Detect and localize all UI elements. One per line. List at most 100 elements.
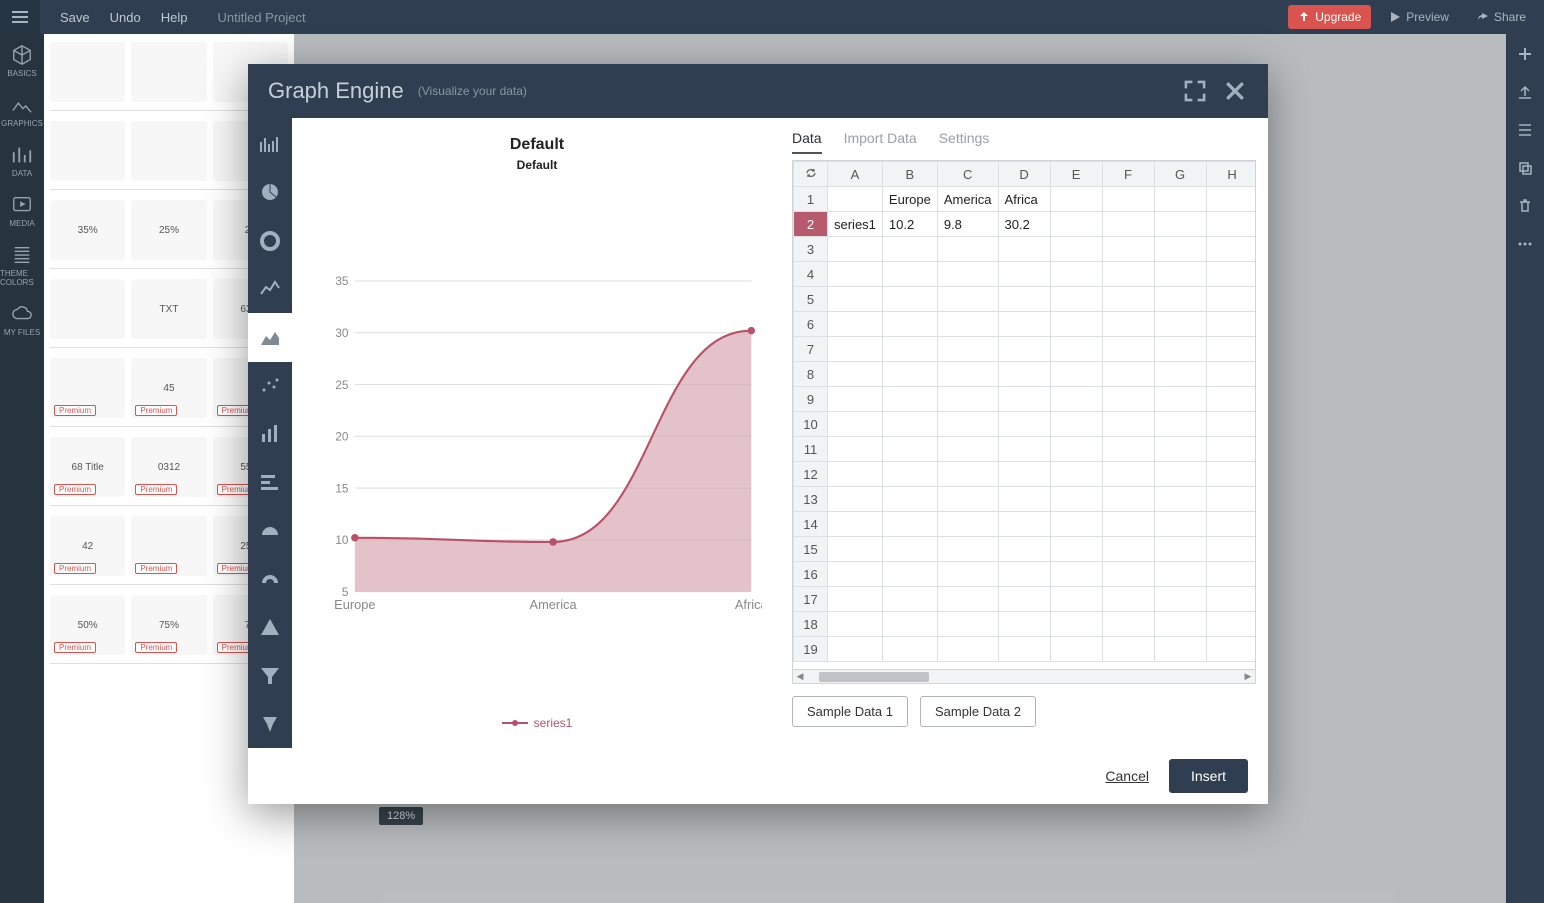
cell[interactable]: [1050, 512, 1102, 537]
cell[interactable]: [1154, 412, 1206, 437]
add-tool[interactable]: [1511, 40, 1539, 68]
cell[interactable]: [998, 537, 1050, 562]
gallery-item[interactable]: [50, 42, 125, 102]
cell[interactable]: [1206, 337, 1256, 362]
close-icon[interactable]: [1222, 78, 1248, 104]
cell[interactable]: [1050, 487, 1102, 512]
cell[interactable]: [937, 587, 998, 612]
cell[interactable]: [937, 237, 998, 262]
cell[interactable]: [1206, 587, 1256, 612]
row-header[interactable]: 4: [794, 262, 828, 287]
chart-type-grouped-bar[interactable]: [248, 120, 292, 168]
cell[interactable]: series1: [828, 212, 883, 237]
cell[interactable]: [828, 262, 883, 287]
gallery-item[interactable]: TXT: [131, 279, 206, 339]
cell[interactable]: [1050, 537, 1102, 562]
cell[interactable]: [1154, 512, 1206, 537]
cell[interactable]: [998, 587, 1050, 612]
cancel-button[interactable]: Cancel: [1105, 768, 1149, 784]
tab-settings[interactable]: Settings: [939, 130, 990, 154]
cell[interactable]: [937, 337, 998, 362]
cell[interactable]: [1050, 262, 1102, 287]
cell[interactable]: [1206, 287, 1256, 312]
row-header[interactable]: 2: [794, 212, 828, 237]
cell[interactable]: [882, 612, 937, 637]
gallery-item[interactable]: [50, 279, 125, 339]
cell[interactable]: [1206, 312, 1256, 337]
cell[interactable]: [828, 337, 883, 362]
cell[interactable]: [1102, 462, 1154, 487]
cell[interactable]: [1154, 587, 1206, 612]
row-header[interactable]: 17: [794, 587, 828, 612]
row-header[interactable]: 8: [794, 362, 828, 387]
nav-basics[interactable]: BASICS: [0, 34, 44, 84]
gallery-item[interactable]: 45Premium: [131, 358, 206, 418]
menu-undo[interactable]: Undo: [110, 10, 141, 25]
cell[interactable]: [1154, 487, 1206, 512]
cell[interactable]: [937, 412, 998, 437]
cell[interactable]: [1154, 237, 1206, 262]
cell[interactable]: [828, 187, 883, 212]
chart-type-line[interactable]: [248, 265, 292, 313]
cell[interactable]: Africa: [998, 187, 1050, 212]
cell[interactable]: [1154, 437, 1206, 462]
cell[interactable]: [1154, 637, 1206, 662]
cell[interactable]: [1154, 562, 1206, 587]
col-header[interactable]: B: [882, 162, 937, 187]
cell[interactable]: [882, 512, 937, 537]
cell[interactable]: [937, 387, 998, 412]
cell[interactable]: [937, 362, 998, 387]
cell[interactable]: [998, 512, 1050, 537]
chart-type-halfpie[interactable]: [248, 507, 292, 555]
upload-tool[interactable]: [1511, 78, 1539, 106]
cell[interactable]: [1050, 237, 1102, 262]
cell[interactable]: [882, 337, 937, 362]
cell[interactable]: [882, 487, 937, 512]
cell[interactable]: [1206, 212, 1256, 237]
cell[interactable]: America: [937, 187, 998, 212]
row-header[interactable]: 3: [794, 237, 828, 262]
cell[interactable]: [1154, 187, 1206, 212]
cell[interactable]: [998, 437, 1050, 462]
chart-type-halfdonut[interactable]: [248, 555, 292, 603]
nav-media[interactable]: MEDIA: [0, 184, 44, 234]
cell[interactable]: [1206, 262, 1256, 287]
cell[interactable]: [1102, 362, 1154, 387]
share-button[interactable]: Share: [1467, 5, 1536, 29]
cell[interactable]: [1050, 337, 1102, 362]
sample-data-2-button[interactable]: Sample Data 2: [920, 696, 1036, 727]
col-header[interactable]: E: [1050, 162, 1102, 187]
gallery-item[interactable]: 35%: [50, 200, 125, 260]
row-header[interactable]: 6: [794, 312, 828, 337]
cell[interactable]: [998, 287, 1050, 312]
project-title[interactable]: Untitled Project: [217, 10, 305, 25]
tab-data[interactable]: Data: [792, 130, 822, 154]
chart-type-donut[interactable]: [248, 217, 292, 265]
cell[interactable]: [937, 487, 998, 512]
row-header[interactable]: 16: [794, 562, 828, 587]
cell[interactable]: [828, 462, 883, 487]
cell[interactable]: [1102, 287, 1154, 312]
more-tool[interactable]: [1511, 230, 1539, 258]
spreadsheet[interactable]: ABCDEFGH1EuropeAmericaAfrica2series110.2…: [792, 160, 1256, 670]
cell[interactable]: [1050, 462, 1102, 487]
cell[interactable]: [1154, 312, 1206, 337]
col-header[interactable]: D: [998, 162, 1050, 187]
cell[interactable]: [1102, 637, 1154, 662]
row-header[interactable]: 14: [794, 512, 828, 537]
cell[interactable]: [882, 237, 937, 262]
row-header[interactable]: 15: [794, 537, 828, 562]
cell[interactable]: [1050, 362, 1102, 387]
cell[interactable]: [1050, 587, 1102, 612]
cell[interactable]: Europe: [882, 187, 937, 212]
col-header[interactable]: F: [1102, 162, 1154, 187]
cell[interactable]: [828, 387, 883, 412]
cell[interactable]: [937, 437, 998, 462]
cell[interactable]: [937, 312, 998, 337]
insert-button[interactable]: Insert: [1169, 759, 1248, 793]
cell[interactable]: [1206, 462, 1256, 487]
cell[interactable]: [998, 637, 1050, 662]
chart-type-bar[interactable]: [248, 410, 292, 458]
cell[interactable]: [882, 562, 937, 587]
cell[interactable]: [828, 312, 883, 337]
